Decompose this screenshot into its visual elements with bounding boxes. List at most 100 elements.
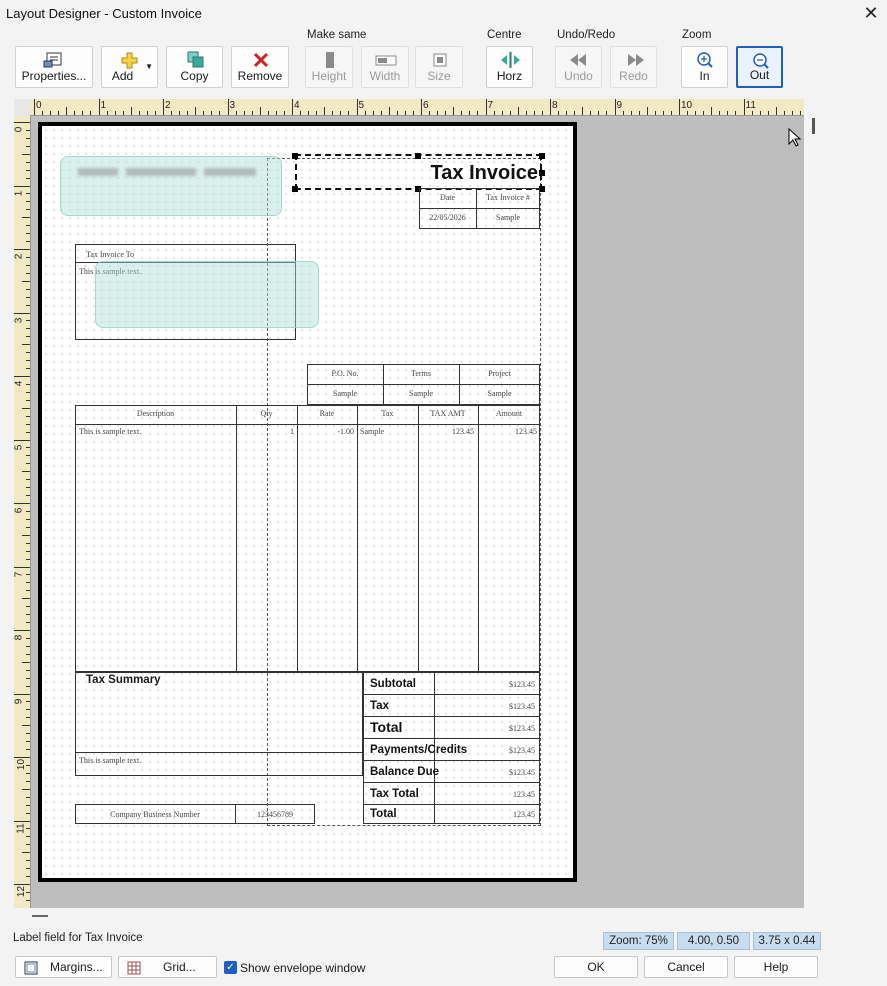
payments-credits-value: $123.45 bbox=[509, 746, 535, 755]
ruler-tick bbox=[533, 111, 535, 115]
grid-button[interactable]: Grid... bbox=[118, 956, 217, 978]
horizontal-scroll-thumb[interactable] bbox=[32, 915, 48, 917]
ruler-tick bbox=[14, 185, 30, 187]
zoom-in-button[interactable]: In bbox=[681, 46, 728, 88]
balance-due-value: $123.45 bbox=[509, 768, 535, 777]
table-divider bbox=[478, 405, 479, 672]
ruler-tick bbox=[26, 606, 30, 608]
resize-handle[interactable] bbox=[539, 170, 545, 176]
ruler-tick bbox=[22, 407, 30, 409]
margins-icon bbox=[24, 961, 38, 975]
chevron-down-icon[interactable]: ▼ bbox=[145, 62, 153, 71]
vertical-scroll-thumb[interactable] bbox=[812, 118, 815, 134]
business-number-value: 123456789 bbox=[257, 810, 293, 819]
total-label: Total bbox=[370, 719, 403, 735]
ruler-tick bbox=[26, 772, 30, 774]
horz-label: Horz bbox=[496, 69, 523, 83]
table-divider bbox=[363, 694, 540, 695]
ruler-tick bbox=[14, 439, 30, 441]
close-icon[interactable]: ✕ bbox=[860, 2, 882, 24]
ruler-label: 5 bbox=[358, 100, 365, 111]
ruler-tick bbox=[300, 111, 302, 115]
ruler-tick bbox=[396, 111, 398, 115]
tax-total-label: Tax Total bbox=[370, 788, 419, 800]
item-tax: Sample bbox=[360, 427, 384, 436]
item-amount: 123.45 bbox=[515, 427, 537, 436]
vertical-ruler: 0 1 2 3 4 5 6 7 8 9 10 11 12 bbox=[13, 116, 31, 908]
make-same-height-button[interactable]: Height bbox=[305, 46, 353, 88]
cancel-button[interactable]: Cancel bbox=[644, 956, 728, 978]
ruler-tick bbox=[26, 844, 30, 846]
vertical-scrollbar[interactable] bbox=[804, 99, 820, 909]
help-button[interactable]: Help bbox=[734, 956, 818, 978]
ruler-tick bbox=[283, 111, 285, 115]
ruler-tick bbox=[26, 415, 30, 417]
table-divider bbox=[363, 804, 540, 805]
ruler-tick bbox=[26, 860, 30, 862]
table-divider bbox=[363, 738, 540, 739]
ruler-tick bbox=[364, 111, 366, 115]
ruler-tick bbox=[727, 111, 729, 115]
envelope-checkbox-label[interactable]: Show envelope window bbox=[240, 961, 365, 975]
ruler-tick bbox=[74, 111, 76, 115]
tax-invoice-title-field[interactable]: Tax Invoice bbox=[295, 154, 542, 190]
resize-handle[interactable] bbox=[415, 153, 421, 159]
ruler-tick bbox=[243, 111, 245, 115]
zoom-out-button[interactable]: Out bbox=[736, 46, 783, 88]
po-header: P.O. No. bbox=[331, 369, 359, 378]
ruler-tick bbox=[130, 107, 132, 115]
resize-handle[interactable] bbox=[292, 153, 298, 159]
ruler-tick bbox=[26, 383, 30, 385]
ruler-tick bbox=[22, 725, 30, 727]
ruler-tick bbox=[26, 622, 30, 624]
redo-button[interactable]: Redo bbox=[610, 46, 657, 88]
horizontal-scrollbar[interactable] bbox=[14, 908, 804, 924]
make-same-width-button[interactable]: Width bbox=[361, 46, 409, 88]
copy-label: Copy bbox=[180, 69, 209, 83]
resize-handle[interactable] bbox=[292, 186, 298, 192]
margins-button[interactable]: Margins... bbox=[15, 956, 112, 978]
group-label-zoom: Zoom bbox=[682, 29, 712, 41]
ruler-tick bbox=[26, 868, 30, 870]
address-area[interactable] bbox=[95, 261, 319, 328]
undo-button[interactable]: Undo bbox=[555, 46, 602, 88]
ruler-tick bbox=[574, 111, 576, 115]
ruler-tick bbox=[14, 693, 30, 695]
total-value: $123.45 bbox=[509, 724, 535, 733]
ruler-tick bbox=[501, 111, 503, 115]
properties-button[interactable]: Properties... bbox=[15, 46, 93, 88]
delete-icon bbox=[253, 52, 269, 68]
ruler-tick bbox=[26, 796, 30, 798]
ruler-label: 10 bbox=[681, 100, 693, 111]
width-icon bbox=[375, 55, 397, 66]
invoice-page[interactable]: Tax Invoice Date Tax Invoice # 22/05/202… bbox=[38, 122, 577, 882]
ruler-tick bbox=[26, 749, 30, 751]
ruler-tick bbox=[26, 764, 30, 766]
ruler-tick bbox=[711, 107, 713, 115]
ok-button[interactable]: OK bbox=[554, 956, 638, 978]
ruler-tick bbox=[179, 111, 181, 115]
line-items-table[interactable] bbox=[75, 405, 540, 672]
copy-button[interactable]: Copy bbox=[166, 46, 223, 88]
make-same-size-button[interactable]: Size bbox=[415, 46, 463, 88]
envelope-checkbox[interactable]: ✓ bbox=[224, 961, 237, 974]
terms-value: Sample bbox=[409, 389, 433, 398]
company-logo-area[interactable] bbox=[60, 156, 282, 216]
ruler-tick bbox=[114, 111, 116, 115]
table-divider bbox=[357, 405, 358, 672]
resize-handle[interactable] bbox=[539, 153, 545, 159]
ruler-tick bbox=[22, 661, 30, 663]
add-button[interactable]: Add ▼ bbox=[101, 46, 158, 88]
ruler-tick bbox=[421, 99, 422, 115]
ruler-tick bbox=[751, 111, 753, 115]
ruler-tick bbox=[26, 741, 30, 743]
centre-horizontal-button[interactable]: Horz bbox=[486, 46, 533, 88]
ruler-tick bbox=[26, 368, 30, 370]
ruler-tick bbox=[26, 495, 30, 497]
ruler-tick bbox=[324, 107, 326, 115]
position-readout: 4.00, 0.50 bbox=[677, 932, 750, 950]
ruler-tick bbox=[26, 423, 30, 425]
add-label: Add bbox=[111, 69, 134, 83]
ruler-tick bbox=[14, 503, 30, 504]
remove-button[interactable]: Remove bbox=[231, 46, 289, 88]
